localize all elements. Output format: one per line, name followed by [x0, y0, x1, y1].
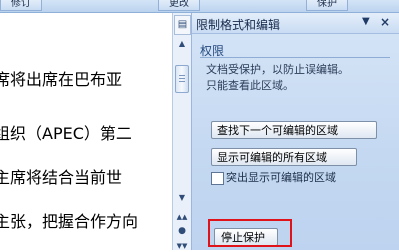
- scrollbar-thumb[interactable]: [175, 65, 189, 93]
- annotation-highlight-box: [208, 219, 292, 247]
- protection-info-text: 文档受保护，以防止误编辑。: [206, 63, 349, 76]
- view-only-info-text: 只能查看此区域。: [206, 79, 294, 92]
- document-text-line: 主张，把握合作方向: [0, 212, 139, 231]
- grip-line: [179, 78, 185, 79]
- scroll-down-icon[interactable]: ▼: [175, 193, 189, 205]
- pane-header: 限制格式和编辑 ▼ ×: [192, 13, 399, 34]
- scroll-up-icon[interactable]: ▲: [175, 39, 189, 51]
- pane-title: 限制格式和编辑: [196, 18, 281, 32]
- ribbon-button-revisions[interactable]: 修订: [0, 0, 42, 11]
- close-icon[interactable]: ×: [380, 15, 390, 29]
- grip-line: [179, 81, 185, 82]
- highlight-editable-regions-label: 突出显示可编辑的区域: [226, 171, 336, 184]
- section-divider: [200, 57, 390, 58]
- next-page-icon[interactable]: ▼▼: [175, 242, 189, 252]
- vertical-scrollbar[interactable]: ▤ ▲ ▼ ▲▲ ● ▼▼: [172, 13, 191, 250]
- document-area[interactable]: 席将出席在巴布亚 组织（APEC）第二 主席将结合当前世 主张，把握合作方向: [0, 13, 172, 250]
- ribbon-button-protect[interactable]: 保护: [306, 0, 348, 11]
- show-all-editable-regions-button[interactable]: 显示可编辑的所有区域: [211, 148, 357, 166]
- pane-options-icon[interactable]: ▼: [362, 16, 370, 27]
- document-text-line: 席将出席在巴布亚: [0, 70, 123, 89]
- document-text-line: 主席将结合当前世: [0, 168, 123, 187]
- find-next-editable-region-button[interactable]: 查找下一个可编辑的区域: [211, 121, 377, 139]
- ribbon-strip: 修订 更改 保护: [0, 0, 399, 13]
- grip-line: [179, 75, 185, 76]
- select-browse-object-icon[interactable]: ●: [175, 226, 189, 236]
- previous-page-icon[interactable]: ▲▲: [175, 213, 189, 223]
- highlight-editable-regions-checkbox[interactable]: [211, 172, 224, 185]
- ribbon-button-changes[interactable]: 更改: [158, 0, 200, 11]
- ruler-toggle-icon[interactable]: ▤: [174, 15, 191, 35]
- document-text-line: 组织（APEC）第二: [0, 124, 132, 143]
- restrict-editing-pane: 限制格式和编辑 ▼ × 权限 文档受保护，以防止误编辑。 只能查看此区域。 查找…: [191, 13, 399, 250]
